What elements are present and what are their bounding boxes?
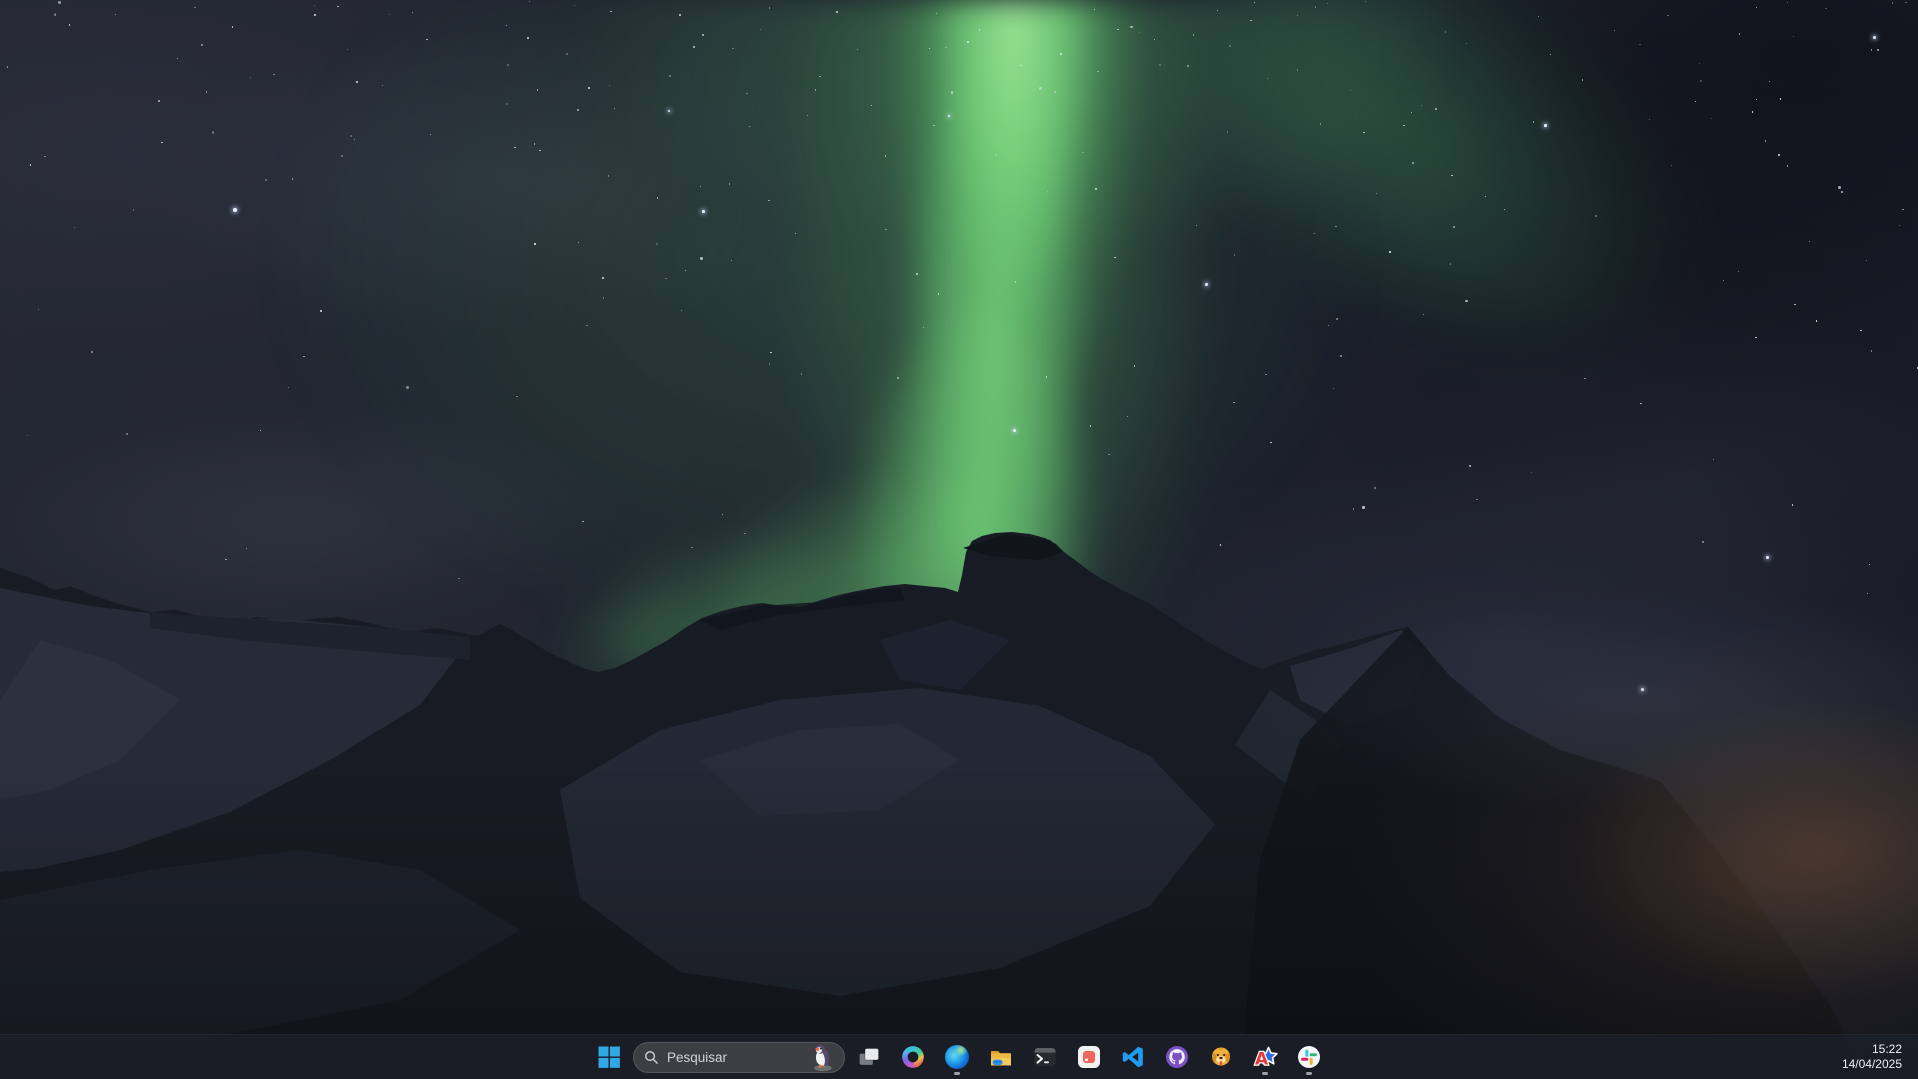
dog-face-icon (1209, 1045, 1233, 1069)
task-view-button[interactable] (849, 1037, 889, 1077)
taskbar-clock[interactable]: 15:22 14/04/2025 (1834, 1035, 1910, 1079)
search-icon (644, 1050, 659, 1065)
svg-text:A: A (1255, 1049, 1269, 1069)
running-indicator (954, 1072, 960, 1075)
star-a-icon: A (1253, 1045, 1278, 1070)
taskbar: Pesquisar (0, 1034, 1918, 1079)
terminal-button[interactable] (1025, 1037, 1065, 1077)
search-placeholder: Pesquisar (667, 1050, 727, 1065)
clock-date: 14/04/2025 (1842, 1057, 1902, 1072)
desktop: Pesquisar (0, 0, 1918, 1079)
vscode-icon (1121, 1045, 1145, 1069)
file-explorer-button[interactable] (981, 1037, 1021, 1077)
start-button[interactable] (589, 1037, 629, 1077)
windows-logo-icon (597, 1045, 621, 1069)
slack-button[interactable] (1289, 1037, 1329, 1077)
copilot-ring-icon (901, 1045, 925, 1069)
vscode-button[interactable] (1113, 1037, 1153, 1077)
star-a-app-button[interactable]: A (1245, 1037, 1285, 1077)
folder-icon (989, 1045, 1013, 1069)
octocat-icon (1165, 1045, 1189, 1069)
clock-time: 15:22 (1872, 1042, 1902, 1057)
search-box[interactable]: Pesquisar (633, 1042, 845, 1073)
slack-icon (1297, 1045, 1321, 1069)
github-desktop-button[interactable] (1157, 1037, 1197, 1077)
running-indicator (1306, 1072, 1312, 1075)
running-indicator (1262, 1072, 1268, 1075)
puffin-bird-icon (808, 1042, 838, 1072)
warm-haze (0, 0, 1918, 1079)
edge-button[interactable] (937, 1037, 977, 1077)
taskbar-app-group: Pesquisar (589, 1035, 1329, 1079)
red-square-icon (1077, 1045, 1101, 1069)
task-view-icon (857, 1045, 881, 1069)
edge-browser-icon (945, 1045, 969, 1069)
dog-app-button[interactable] (1201, 1037, 1241, 1077)
copilot-button[interactable] (893, 1037, 933, 1077)
red-square-app-button[interactable] (1069, 1037, 1109, 1077)
terminal-icon (1033, 1045, 1057, 1069)
